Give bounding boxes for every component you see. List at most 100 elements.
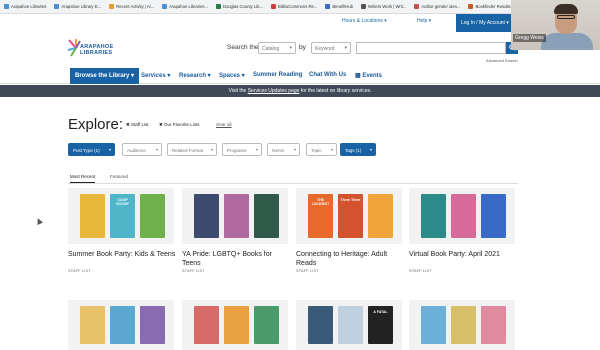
filter-topic[interactable]: Topic ▾ [306, 143, 337, 156]
chevron-down-icon: ▾ [255, 147, 258, 152]
card-cover-image[interactable]: COOP SCOOP [68, 188, 174, 244]
bookmark-item[interactable]: BenefitHub [325, 4, 353, 9]
bookmark-item[interactable]: Bookfinder Results... [468, 4, 514, 9]
filter-related-format[interactable]: Related Format ▾ [167, 143, 217, 156]
bookmark-item[interactable]: Writers Work | Writ... [361, 4, 406, 9]
nav-chat-with-us[interactable]: Chat With Us [309, 72, 346, 78]
calendar-icon: ▦ [355, 73, 361, 79]
book-cover [224, 306, 249, 344]
sort-tabs: Most Recent Featured [68, 172, 518, 184]
site-header: ARAPAHOE LIBRARIES Search the Catalog ▾ … [0, 32, 600, 68]
card-title[interactable]: Summer Book Party: Kids & Teens [68, 250, 176, 259]
catalog-select-value: Catalog [262, 46, 280, 52]
card-title[interactable]: YA Pride: LGBTQ+ Books for Teens [182, 250, 290, 268]
book-cover [421, 194, 446, 238]
chevron-down-icon: ▾ [293, 147, 296, 152]
bookmark-label: Writers Work | Writ... [368, 4, 407, 9]
bookmark-item[interactable]: Recent Activity | Al... [109, 4, 154, 9]
filter-post-type[interactable]: Post Type (1) ▾ [68, 143, 115, 156]
chevron-down-icon: ▾ [155, 147, 158, 152]
bookmarks-bar: Arapahoe Libraries Arapahoe Library D... R… [0, 0, 600, 14]
card-cover-image[interactable] [182, 300, 288, 350]
book-cover [224, 194, 249, 238]
book-cover [368, 194, 393, 238]
video-call-overlay: Gregg Weiss [511, 0, 600, 50]
catalog-select[interactable]: Catalog ▾ [258, 42, 296, 54]
card-cover-image[interactable]: THE LUCKIEST There There [296, 188, 402, 244]
bookmark-label: Bookfinder Results... [475, 4, 515, 9]
filter-chip-staff-list[interactable]: ✖ Staff List [126, 122, 148, 128]
keyword-select-value: Keyword [315, 46, 335, 52]
help-link[interactable]: Help ▾ [417, 18, 431, 24]
book-cover [140, 306, 165, 344]
filter-chip-favorite-lists[interactable]: ✖ Our Favorite Lists [159, 122, 200, 128]
bookmark-label: Arapahoe Library D... [61, 4, 102, 9]
filter-tags[interactable]: Tags (1) ▾ [340, 143, 376, 156]
bookmark-label: Arapahoe Libraries [11, 4, 47, 9]
book-cover [194, 194, 219, 238]
card-cover-image[interactable] [409, 188, 515, 244]
keyword-select[interactable]: Keyword ▾ [311, 42, 351, 54]
advanced-search-link[interactable]: Advanced Search [486, 58, 518, 63]
bookmark-item[interactable]: BiblioCommons Re... [270, 4, 318, 9]
search-input[interactable] [356, 42, 506, 54]
book-cover [451, 194, 476, 238]
book-cover [481, 194, 506, 238]
filter-audience[interactable]: Audience ▾ [122, 143, 162, 156]
nav-spaces[interactable]: Spaces ▾ [219, 72, 245, 79]
book-cover: There There [338, 194, 363, 238]
bookmark-item[interactable]: Arapahoe Libraries... [162, 4, 208, 9]
card-title[interactable]: Connecting to Heritage: Adult Reads [296, 250, 404, 268]
filter-label: Audience [127, 148, 146, 153]
chevron-down-icon: ▾ [344, 45, 347, 51]
filter-programs[interactable]: Programs ▾ [222, 143, 262, 156]
filter-label: Genre [272, 148, 285, 153]
card-cover-image[interactable] [68, 300, 174, 350]
bookmark-favicon-icon [54, 4, 60, 9]
bookmark-item[interactable]: Author gender iden... [414, 4, 460, 9]
tab-featured[interactable]: Featured [110, 174, 128, 179]
book-cover-title: COOP SCOOP [116, 198, 129, 206]
filter-label: Programs [227, 148, 247, 153]
book-cover [110, 306, 135, 344]
book-cover-title: THE LUCKIEST [311, 198, 330, 206]
card-cover-image[interactable]: A FATAL [296, 300, 402, 350]
card-cover-image[interactable] [409, 300, 515, 350]
chevron-down-icon: ▾ [108, 147, 111, 152]
book-cover [421, 306, 446, 344]
bookmark-label: Recent Activity | Al... [116, 4, 155, 9]
card-type-label: STAFF LIST [409, 269, 432, 273]
announcement-bar: Visit the Services Updates page for the … [0, 85, 600, 97]
participant-glasses [557, 15, 575, 19]
book-cover: COOP SCOOP [110, 194, 135, 238]
book-cover [481, 306, 506, 344]
bookmark-favicon-icon [162, 4, 168, 9]
card-cover-image[interactable] [182, 188, 288, 244]
mouse-cursor-icon [35, 217, 43, 225]
hours-locations-link[interactable]: Hours & Locations ▾ [342, 18, 387, 24]
nav-summer-reading[interactable]: Summer Reading [253, 72, 302, 78]
announcement-prefix: Visit the [228, 88, 248, 94]
bookmark-favicon-icon [468, 4, 474, 9]
bookmark-label: BiblioCommons Re... [277, 4, 318, 9]
filter-genre[interactable]: Genre ▾ [267, 143, 300, 156]
tab-most-recent[interactable]: Most Recent [70, 174, 96, 183]
main-nav: Browse the Library ▾ Services ▾ Research… [0, 68, 600, 84]
nav-research[interactable]: Research ▾ [179, 72, 211, 79]
nav-events[interactable]: ▦ Events [355, 72, 382, 79]
bookmark-favicon-icon [4, 4, 9, 9]
nav-services[interactable]: Services ▾ [141, 72, 170, 79]
bookmark-item[interactable]: Arapahoe Libraries [4, 4, 46, 9]
services-updates-link[interactable]: Services Updates page [248, 88, 300, 94]
book-cover [80, 194, 105, 238]
clear-all-link[interactable]: clear all [216, 122, 232, 127]
bookmark-favicon-icon [215, 4, 221, 9]
library-logo-text[interactable]: ARAPAHOE LIBRARIES [80, 44, 113, 56]
card-title[interactable]: Virtual Book Party: April 2021 [409, 250, 517, 259]
book-cover [254, 306, 279, 344]
bookmark-label: BenefitHub [332, 4, 354, 9]
bookmark-item[interactable]: Douglas County Lib... [215, 4, 263, 9]
browse-library-menu[interactable]: Browse the Library ▾ [70, 68, 140, 84]
filter-label: Tags (1) [345, 148, 362, 153]
bookmark-item[interactable]: Arapahoe Library D... [54, 4, 101, 9]
